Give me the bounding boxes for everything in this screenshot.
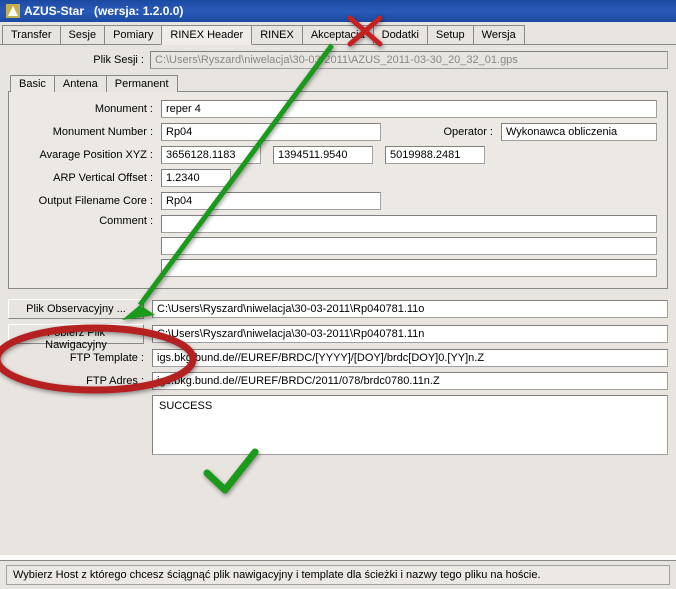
comment-line2[interactable] [161,237,657,255]
window-title: AZUS-Star [24,4,84,18]
window-version: (wersja: 1.2.0.0) [94,4,183,18]
session-file-label: Plik Sesji : [8,54,150,66]
ftp-template-input[interactable] [152,349,668,367]
content-panel: Plik Sesji : Basic Antena Permanent Monu… [0,45,676,555]
avg-x-input[interactable] [161,146,261,164]
obs-file-input[interactable] [152,300,668,318]
ftp-adres-label: FTP Adres : [8,375,152,387]
basic-panel: Monument : Monument Number : Operator : … [8,91,668,289]
operator-label: Operator : [381,126,501,138]
output-core-label: Output Filename Core : [19,195,161,207]
tab-akceptacja[interactable]: Akceptacja [302,25,374,44]
subtab-permanent[interactable]: Permanent [106,75,178,92]
comment-line3[interactable] [161,259,657,277]
avgpos-label: Avarage Position XYZ : [19,149,161,161]
comment-line1[interactable] [161,215,657,233]
operator-input[interactable] [501,123,657,141]
tab-sesje[interactable]: Sesje [60,25,106,44]
session-file-input [150,51,668,69]
arp-input[interactable] [161,169,231,187]
nav-file-input[interactable] [152,325,668,343]
obs-file-button[interactable]: Plik Observacyjny ... [8,299,144,319]
nav-file-button[interactable]: Pobierz Plik Nawigacyjny [8,324,144,344]
subtab-antena[interactable]: Antena [54,75,107,92]
arp-label: ARP Vertical Offset : [19,172,161,184]
tab-setup[interactable]: Setup [427,25,474,44]
avg-z-input[interactable] [385,146,485,164]
tab-pomiary[interactable]: Pomiary [104,25,162,44]
monument-number-input[interactable] [161,123,381,141]
monument-number-label: Monument Number : [19,126,161,138]
main-tabs: Transfer Sesje Pomiary RINEX Header RINE… [0,22,676,45]
tab-rinex-header[interactable]: RINEX Header [161,25,252,45]
tab-wersja[interactable]: Wersja [473,25,525,44]
output-core-input[interactable] [161,192,381,210]
tab-transfer[interactable]: Transfer [2,25,61,44]
status-text: SUCCESS [159,400,212,412]
monument-label: Monument : [19,103,161,115]
app-icon [6,4,20,18]
status-output: SUCCESS [152,395,668,455]
ftp-adres-input[interactable] [152,372,668,390]
titlebar: AZUS-Star (wersja: 1.2.0.0) [0,0,676,22]
monument-input[interactable] [161,100,657,118]
tab-rinex[interactable]: RINEX [251,25,303,44]
tab-dodatki[interactable]: Dodatki [373,25,428,44]
status-bar-text: Wybierz Host z którego chcesz ściągnąć p… [6,565,670,585]
avg-y-input[interactable] [273,146,373,164]
status-bar: Wybierz Host z którego chcesz ściągnąć p… [0,560,676,589]
comment-label: Comment : [19,215,161,227]
sub-tabs: Basic Antena Permanent [8,75,668,92]
ftp-template-label: FTP Template : [8,352,152,364]
subtab-basic[interactable]: Basic [10,75,55,92]
